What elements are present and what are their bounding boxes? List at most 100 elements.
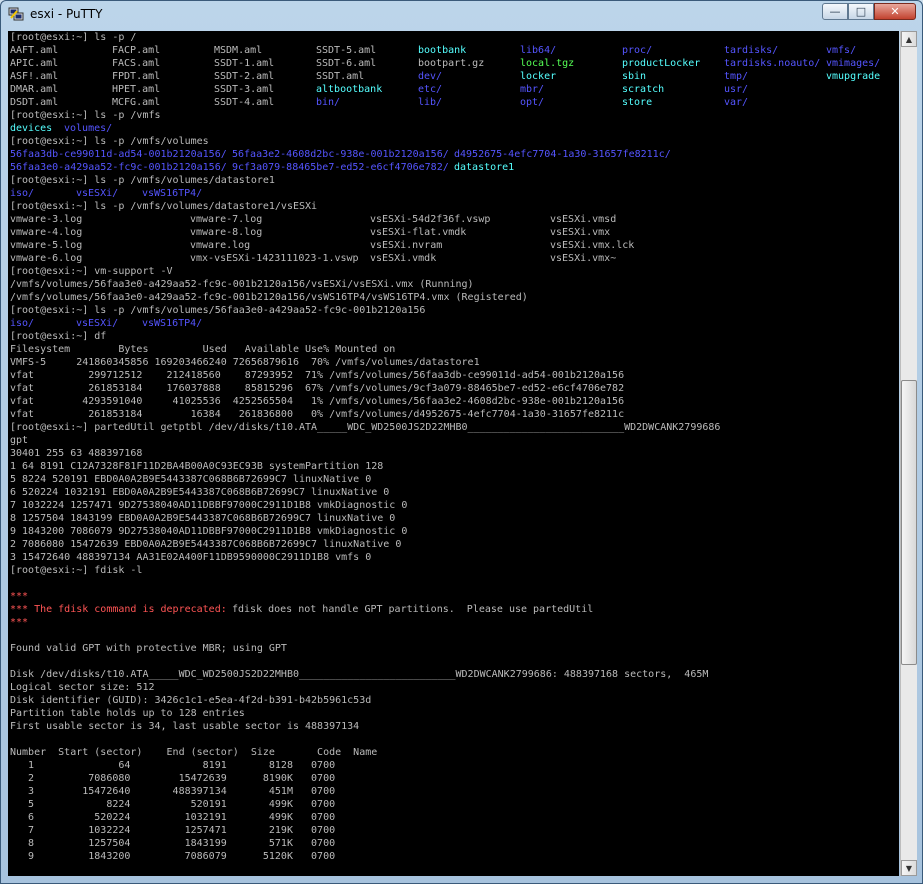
terminal-text: 30401 255 63 488397168 [10,448,143,459]
terminal-text: devices [10,123,53,134]
terminal-text: *** [10,591,29,602]
terminal-text: HPET.aml [112,84,161,95]
terminal-text: vmupgrade [826,71,881,82]
terminal-text: vsESXi.nvram [370,240,443,251]
terminal-text: vmfs/ [826,45,857,56]
close-button[interactable]: ✕ [874,3,916,20]
terminal-text: [root@esxi:~] df [10,331,107,342]
terminal-text: vsESXi/ [76,318,119,329]
terminal-text: vsESXi.vmsd [550,214,617,225]
terminal-text: productLocker [622,58,701,69]
terminal-text: [root@esxi:~] fdisk -l [10,565,143,576]
terminal-text: vsESXi.vmx.lck [550,240,635,251]
terminal-text: Partition table holds up to 128 entries [10,708,245,719]
terminal-text: vmware-7.log [190,214,263,225]
terminal-text: SSDT-4.aml [214,97,275,108]
terminal-text: 56faa3db-ce99011d-ad54-001b2120a156/ [10,149,227,160]
terminal-text: vmware-6.log [10,253,83,264]
putty-window: esxi - PuTTY — □ ✕ [root@esxi:~] ls -p /… [0,0,923,884]
terminal-text: usr/ [724,84,749,95]
terminal-text: VMFS-5 241860345856 169203466240 7265687… [10,357,480,368]
terminal-text: SSDT.aml [316,71,365,82]
terminal-text: FPDT.aml [112,71,161,82]
scrollbar-thumb[interactable] [901,380,917,665]
terminal-text: /vmfs/volumes/56faa3e0-a429aa52-fc9c-001… [10,279,474,290]
terminal-text: lib64/ [520,45,557,56]
title-bar[interactable]: esxi - PuTTY — □ ✕ [1,1,922,27]
terminal-text: 9cf3a079-88465be7-ed52-e6cf4706e782/ [232,162,449,173]
terminal-text: vsWS16TP4/ [142,318,203,329]
terminal-text: altbootbank [316,84,383,95]
terminal-text: scratch [622,84,665,95]
terminal-text: Disk identifier (GUID): 3426c1c1-e5ea-4f… [10,695,372,706]
terminal-text: 5 8224 520191 499K 0700 [10,799,336,810]
terminal-screen[interactable]: [root@esxi:~] ls -p / AAFT.aml FACP.aml MSD… [8,31,899,876]
terminal-text: vsESXi.vmx [550,227,611,238]
terminal-text: 5 8224 520191 EBD0A0A2B9E5443387C068B6B7… [10,474,372,485]
terminal-text: fdisk does not handle GPT partitions. Pl… [232,604,594,615]
terminal-text: Filesystem Bytes Used Available Use% Mou… [10,344,396,355]
terminal-text: mbr/ [520,84,545,95]
window-title: esxi - PuTTY [30,7,103,21]
terminal-text: SSDT-1.aml [214,58,275,69]
terminal-text: Logical sector size: 512 [10,682,155,693]
terminal-text: tmp/ [724,71,749,82]
terminal-text: [root@esxi:~] ls -p /vmfs/volumes/datast… [10,175,275,186]
terminal-text: Number Start (sector) End (sector) Size … [10,747,378,758]
terminal-text: [root@esxi:~] ls -p /vmfs/volumes/56faa3… [10,305,426,316]
terminal-text: bootbank [418,45,467,56]
terminal-text: [root@esxi:~] vm-support -V [10,266,173,277]
terminal-text: MSDM.aml [214,45,263,56]
terminal-text: vfat 299712512 212418560 87293952 71% /v… [10,370,625,381]
terminal-text: [root@esxi:~] ls -p /vmfs/volumes/datast… [10,201,318,212]
terminal-text: sbin [622,71,647,82]
terminal-text: 7 1032224 1257471 219K 0700 [10,825,336,836]
terminal-text: vsESXi-54d2f36f.vswp [370,214,491,225]
terminal-text: vfat 261853184 16384 261836800 0% /vmfs/… [10,409,625,420]
terminal-text: vmware-4.log [10,227,83,238]
terminal-text: local.tgz [520,58,575,69]
terminal-text: iso/ [10,318,35,329]
terminal-text: bootpart.gz [418,58,485,69]
terminal-text: DMAR.aml [10,84,59,95]
scroll-down-arrow-icon[interactable]: ▼ [901,860,917,876]
terminal-text: Disk /dev/disks/t10.ATA_____WDC_WD2500JS… [10,669,709,680]
terminal-text: SSDT-3.aml [214,84,275,95]
terminal-text: tardisks/ [724,45,779,56]
terminal-text: dev/ [418,71,443,82]
putty-icon [8,7,24,21]
terminal-text: APIC.aml [10,58,59,69]
terminal-text: lib/ [418,97,443,108]
terminal-text: 6 520224 1032191 EBD0A0A2B9E5443387C068B… [10,487,390,498]
terminal-text: 56faa3e2-4608d2bc-938e-001b2120a156/ [232,149,449,160]
terminal-text: vsESXi.vmx~ [550,253,617,264]
terminal-text: locker [520,71,557,82]
terminal-text: 1 64 8191 8128 0700 [10,760,336,771]
terminal-text: vsESXi-flat.vmdk [370,227,467,238]
terminal-text: etc/ [418,84,443,95]
terminal-text: 7 1032224 1257471 9D27538040AD11DBBF9700… [10,500,408,511]
scroll-up-arrow-icon[interactable]: ▲ [901,31,917,47]
terminal-text: volumes/ [64,123,113,134]
minimize-button[interactable]: — [822,3,848,20]
vertical-scrollbar[interactable]: ▲ ▼ [900,31,917,876]
terminal-text: proc/ [622,45,653,56]
terminal-text: *** [10,617,29,628]
maximize-button[interactable]: □ [848,3,874,20]
terminal-text: 2 7086080 15472639 8190K 0700 [10,773,336,784]
terminal-text: vmimages/ [826,58,881,69]
terminal-text: 1 64 8191 C12A7328F81F11D2BA4B00A0C93EC9… [10,461,384,472]
terminal-text: iso/ [10,188,35,199]
terminal-text: AAFT.aml [10,45,59,56]
terminal-text: 9 1843200 7086079 5120K 0700 [10,851,336,862]
terminal-text: FACS.aml [112,58,161,69]
terminal-text: SSDT-2.aml [214,71,275,82]
terminal-text: vmware-8.log [190,227,263,238]
terminal-text: 8 1257504 1843199 571K 0700 [10,838,336,849]
terminal-text: vmware-5.log [10,240,83,251]
terminal-text: datastore1 [454,162,515,173]
terminal-text: vmware.log [190,240,251,251]
terminal-text: opt/ [520,97,545,108]
terminal-text: 3 15472640 488397134 AA31E02A400F11DB959… [10,552,372,563]
terminal-text: *** The fdisk command is deprecated: [10,604,227,615]
